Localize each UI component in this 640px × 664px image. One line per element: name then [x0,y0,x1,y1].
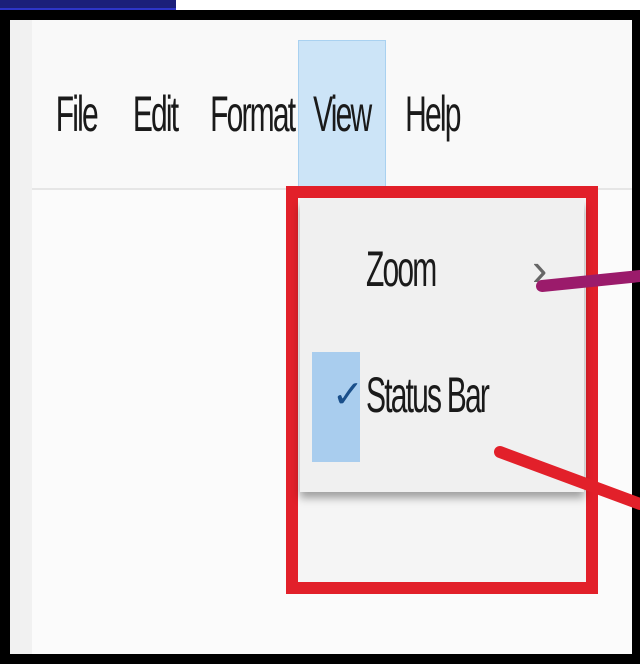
menu-edit[interactable]: Edit [116,40,194,188]
window-left-edge [10,20,33,654]
chevron-right-icon: › [532,243,548,295]
menu-bar: File Edit Format View Help [32,20,632,190]
menu-help[interactable]: Help [390,40,474,188]
menu-format[interactable]: Format [196,40,308,188]
menu-file[interactable]: File [40,40,112,188]
menu-item-status-bar[interactable]: Status Bar [300,340,584,470]
menu-view[interactable]: View [298,40,386,188]
top-tab-decoration [0,0,176,10]
menu-item-zoom[interactable]: Zoom › [300,214,584,344]
view-dropdown-menu: Zoom › ✓ Status Bar [300,200,584,492]
